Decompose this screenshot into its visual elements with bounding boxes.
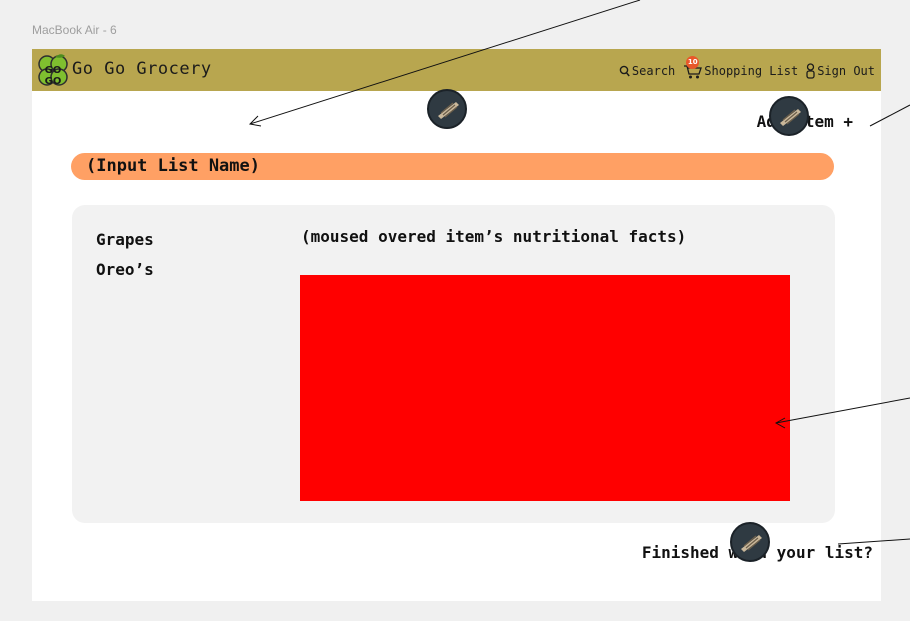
logo-icon[interactable]: GO GO: [37, 53, 69, 87]
grocery-item-list: Grapes Oreo’s: [96, 225, 154, 285]
app-frame: GO GO Go Go Grocery Search 10 Shopping L…: [32, 49, 881, 601]
shopping-list-link[interactable]: 10 Shopping List: [683, 56, 799, 80]
user-icon: [806, 63, 815, 79]
artboard-label: MacBook Air - 6: [32, 23, 117, 37]
search-link[interactable]: Search: [619, 64, 675, 78]
sign-out-link[interactable]: Sign Out: [806, 63, 875, 79]
list-item[interactable]: Oreo’s: [96, 255, 154, 285]
cursor-marker-icon: [427, 89, 467, 129]
cursor-marker-icon: [730, 522, 770, 562]
svg-text:GO: GO: [45, 65, 62, 76]
search-icon: [619, 65, 630, 77]
svg-text:GO: GO: [45, 76, 62, 87]
list-name-input[interactable]: (Input List Name): [71, 153, 834, 180]
list-item[interactable]: Grapes: [96, 225, 154, 255]
sign-out-label: Sign Out: [817, 64, 875, 78]
list-name-placeholder: (Input List Name): [86, 156, 260, 176]
nutrition-facts-title: (moused overed item’s nutritional facts): [301, 227, 687, 246]
cart-icon: 10: [683, 56, 703, 80]
nutrition-facts-placeholder: [300, 275, 790, 501]
cursor-marker-icon: [769, 96, 809, 136]
list-panel: Grapes Oreo’s (moused overed item’s nutr…: [72, 205, 835, 523]
shopping-list-label: Shopping List: [704, 64, 799, 78]
header-nav: Search 10 Shopping List Sign Out: [611, 56, 875, 80]
top-navigation-bar: GO GO Go Go Grocery Search 10 Shopping L…: [32, 49, 881, 91]
search-label: Search: [631, 64, 676, 78]
brand-title[interactable]: Go Go Grocery: [72, 59, 212, 79]
